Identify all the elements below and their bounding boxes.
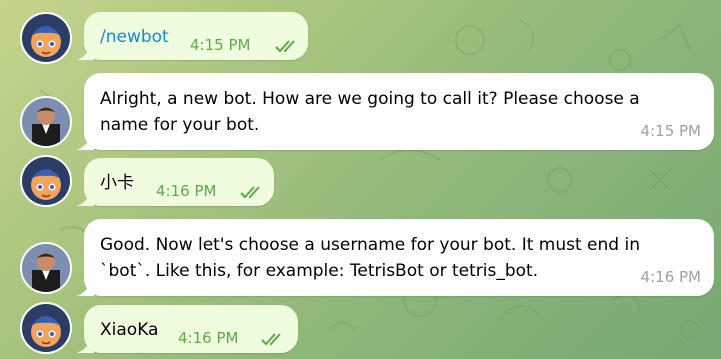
message-text-line[interactable]: name for your bot. [100,112,259,138]
botfather-avatar-icon [22,98,70,146]
message-text[interactable]: XiaoKa [100,317,158,343]
bubble-tail-icon [76,188,94,206]
bubble-tail-icon [76,42,94,60]
bubble-tail-icon [76,278,94,296]
user-avatar[interactable] [20,302,72,354]
message-text-line[interactable]: `bot`. Like this, for example: TetrisBot… [100,258,538,284]
bot-avatar[interactable] [20,96,72,148]
message-bubble-outgoing[interactable]: /newbot 4:15 PM [76,12,308,60]
anime-girl-avatar-icon [22,14,70,62]
bot-avatar[interactable] [20,242,72,294]
message-bubble-outgoing[interactable]: 小卡 4:16 PM [76,158,274,206]
message-bubble-incoming[interactable]: Good. Now let's choose a username for yo… [76,219,714,296]
message-text[interactable]: 小卡 [100,170,134,196]
bubble-tail-icon [76,132,94,150]
user-avatar[interactable] [20,12,72,64]
message-time: 4:16 PM [156,182,217,200]
read-double-check-icon [261,333,281,346]
anime-girl-avatar-icon [22,304,70,352]
botfather-avatar-icon [22,244,70,292]
bubble-tail-icon [76,335,94,353]
message-bubble-outgoing[interactable]: XiaoKa 4:16 PM [76,305,298,353]
read-double-check-icon [240,186,260,199]
message-bubble-incoming[interactable]: Alright, a new bot. How are we going to … [76,73,714,150]
message-text-line[interactable]: Good. Now let's choose a username for yo… [100,232,640,258]
message-time: 4:16 PM [178,329,239,347]
message-text[interactable]: /newbot [100,24,169,50]
anime-girl-avatar-icon [22,157,70,205]
user-avatar[interactable] [20,155,72,207]
message-time: 4:15 PM [640,122,701,140]
read-double-check-icon [275,40,295,53]
message-time: 4:15 PM [190,36,251,54]
message-text-line[interactable]: Alright, a new bot. How are we going to … [100,86,640,112]
message-time: 4:16 PM [640,268,701,286]
